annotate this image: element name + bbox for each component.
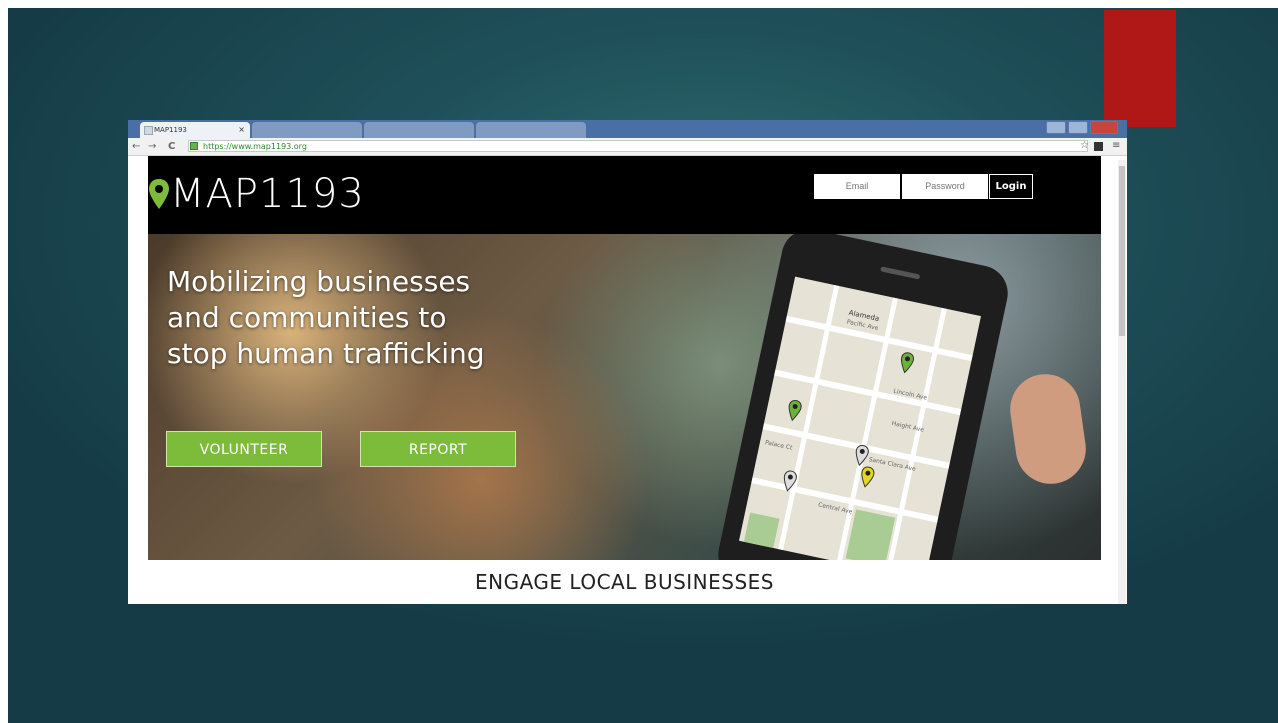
lock-icon	[190, 142, 198, 150]
maximize-window-icon[interactable]	[1068, 121, 1088, 134]
back-arrow-icon[interactable]: ←	[132, 140, 140, 153]
tagline-line: stop human trafficking	[167, 337, 485, 370]
map-pin-green-icon	[900, 352, 915, 374]
phone-image: Alameda Pacific Ave Lincoln Ave Haight A…	[713, 234, 1013, 560]
scrollbar-thumb[interactable]	[1119, 166, 1125, 336]
bookmark-star-icon[interactable]: ☆	[1080, 140, 1089, 151]
browser-tab-4[interactable]	[476, 122, 586, 138]
password-input[interactable]	[902, 174, 988, 199]
browser-tab-2[interactable]	[252, 122, 362, 138]
browser-screenshot: MAP1193 × ← → C https://www.map1193.org …	[128, 120, 1127, 604]
map-label: Palace Ct	[764, 439, 793, 452]
close-tab-icon[interactable]: ×	[238, 122, 245, 138]
web-page: MAP1193 Login	[148, 156, 1101, 604]
hero-banner: Alameda Pacific Ave Lincoln Ave Haight A…	[148, 234, 1101, 560]
minimize-window-icon[interactable]	[1046, 121, 1066, 134]
red-accent-block	[1104, 10, 1176, 127]
hero-tagline: Mobilizing businesses and communities to…	[167, 264, 567, 372]
site-logo[interactable]: MAP1193	[148, 164, 365, 224]
extension-icon[interactable]	[1094, 142, 1103, 151]
map-pin-green-icon	[788, 399, 802, 422]
tab-title: MAP1193	[154, 126, 187, 134]
tagline-line: Mobilizing businesses	[167, 265, 471, 298]
map-pin-yellow-icon	[861, 466, 875, 488]
forward-arrow-icon[interactable]: →	[148, 140, 156, 153]
page-favicon-icon	[144, 126, 153, 135]
hand-thumb	[1005, 369, 1091, 489]
browser-toolbar: ← → C https://www.map1193.org ☆ ≡	[128, 138, 1127, 156]
phone-map-screen: Alameda Pacific Ave Lincoln Ave Haight A…	[739, 276, 981, 560]
close-window-icon[interactable]	[1090, 121, 1118, 134]
phone-speaker	[880, 266, 921, 280]
browser-tab-active[interactable]: MAP1193 ×	[140, 122, 250, 138]
logo-text: MAP1193	[170, 171, 365, 217]
menu-icon[interactable]: ≡	[1112, 140, 1120, 151]
browser-tab-3[interactable]	[364, 122, 474, 138]
login-button[interactable]: Login	[989, 174, 1033, 199]
site-header: MAP1193 Login	[148, 156, 1101, 234]
report-button[interactable]: REPORT	[360, 431, 516, 467]
url-text: https://www.map1193.org	[203, 142, 307, 151]
reload-icon[interactable]: C	[168, 140, 175, 153]
scrollbar[interactable]	[1118, 160, 1126, 604]
slide: MAP1193 × ← → C https://www.map1193.org …	[0, 0, 1278, 723]
address-bar[interactable]: https://www.map1193.org	[188, 140, 1088, 152]
volunteer-button[interactable]: VOLUNTEER	[166, 431, 322, 467]
email-input[interactable]	[814, 174, 900, 199]
map-pin-gray-icon	[855, 444, 869, 467]
section-heading: ENGAGE LOCAL BUSINESSES	[474, 570, 774, 594]
browser-tab-bar: MAP1193 ×	[128, 120, 1127, 138]
location-pin-icon	[149, 179, 169, 209]
tagline-line: and communities to	[167, 301, 447, 334]
